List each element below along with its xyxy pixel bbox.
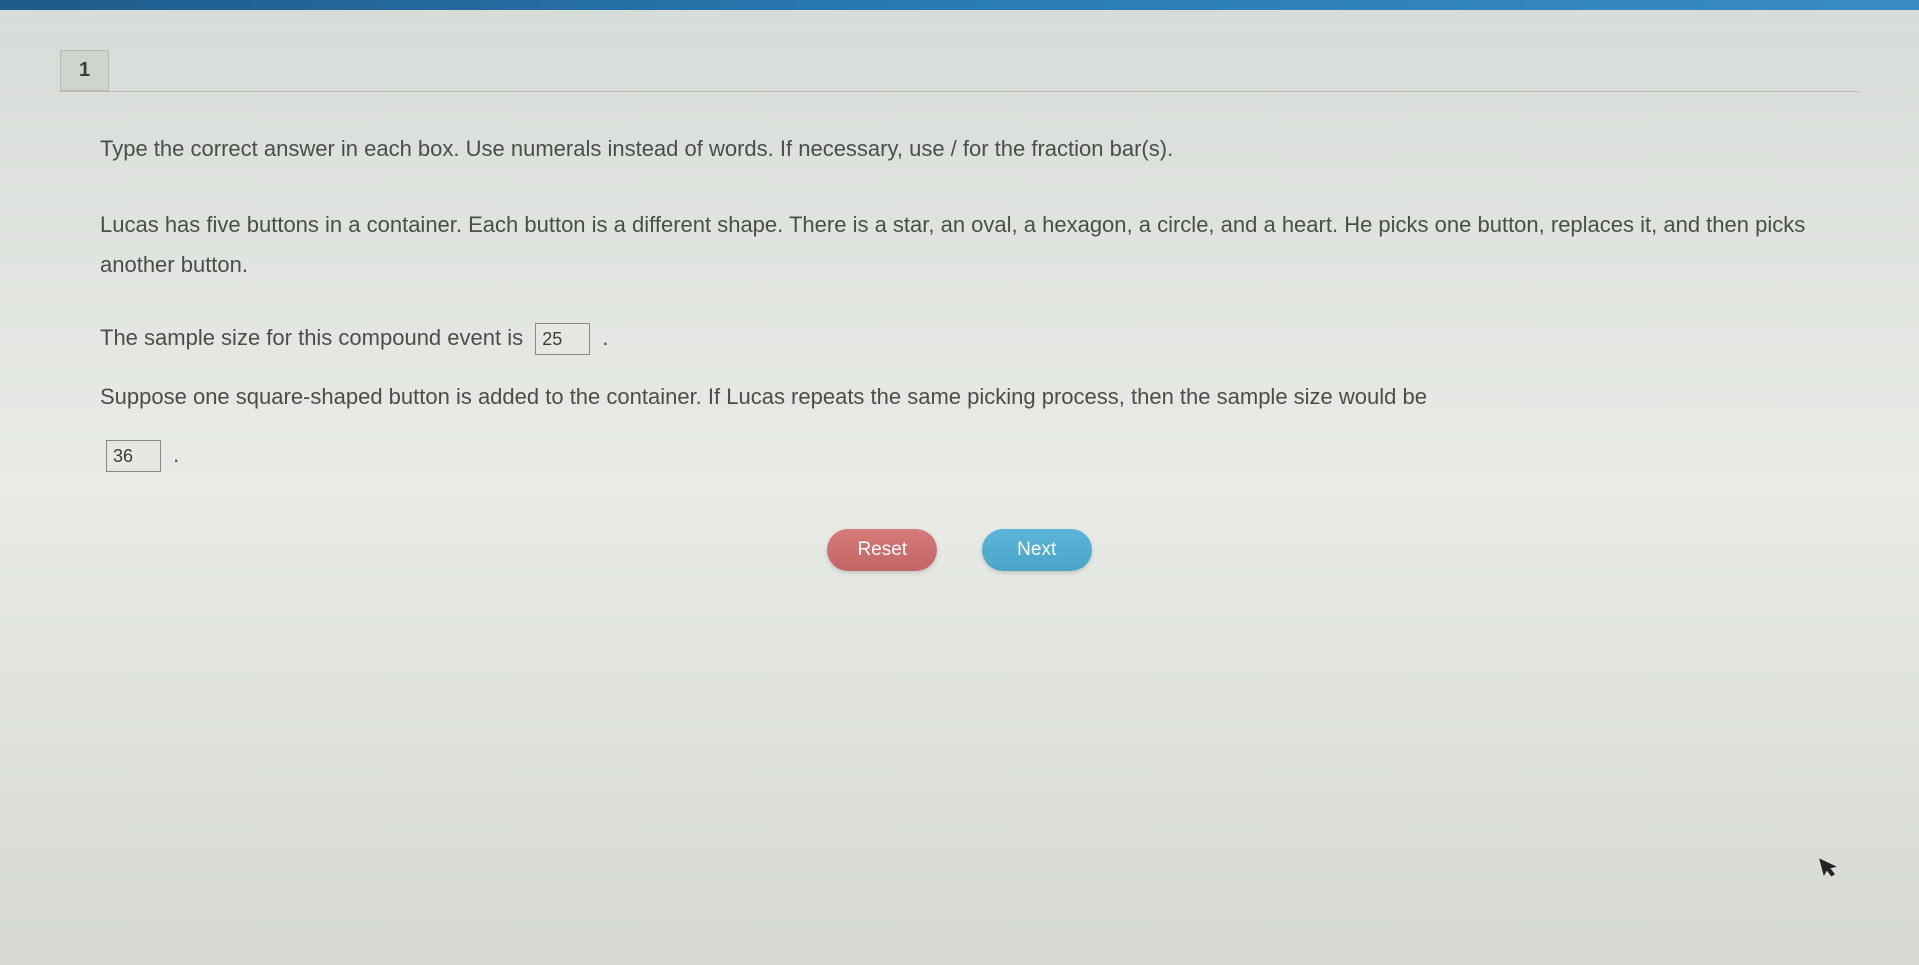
line2-text: Suppose one square-shaped button is adde… [100,384,1427,409]
next-button[interactable]: Next [982,529,1092,571]
cursor-icon [1817,853,1842,887]
line2-after-text: . [173,442,179,467]
line1-before-text: The sample size for this compound event … [100,325,523,350]
reset-button[interactable]: Reset [827,529,937,571]
button-row: Reset Next [100,529,1819,571]
main-container: 1 Type the correct answer in each box. U… [0,10,1919,631]
line1-after-text: . [602,325,608,350]
question-number-tab[interactable]: 1 [60,50,109,91]
instruction-text: Type the correct answer in each box. Use… [100,132,1819,165]
answer-line-2: Suppose one square-shaped button is adde… [100,373,1819,421]
answer-line-3: . [100,431,1819,479]
answer-input-1[interactable] [535,323,590,355]
window-top-bar [0,0,1919,10]
answer-input-2[interactable] [106,440,161,472]
problem-text: Lucas has five buttons in a container. E… [100,205,1819,284]
question-area: Type the correct answer in each box. Use… [60,91,1859,591]
answer-line-1: The sample size for this compound event … [100,314,1819,362]
